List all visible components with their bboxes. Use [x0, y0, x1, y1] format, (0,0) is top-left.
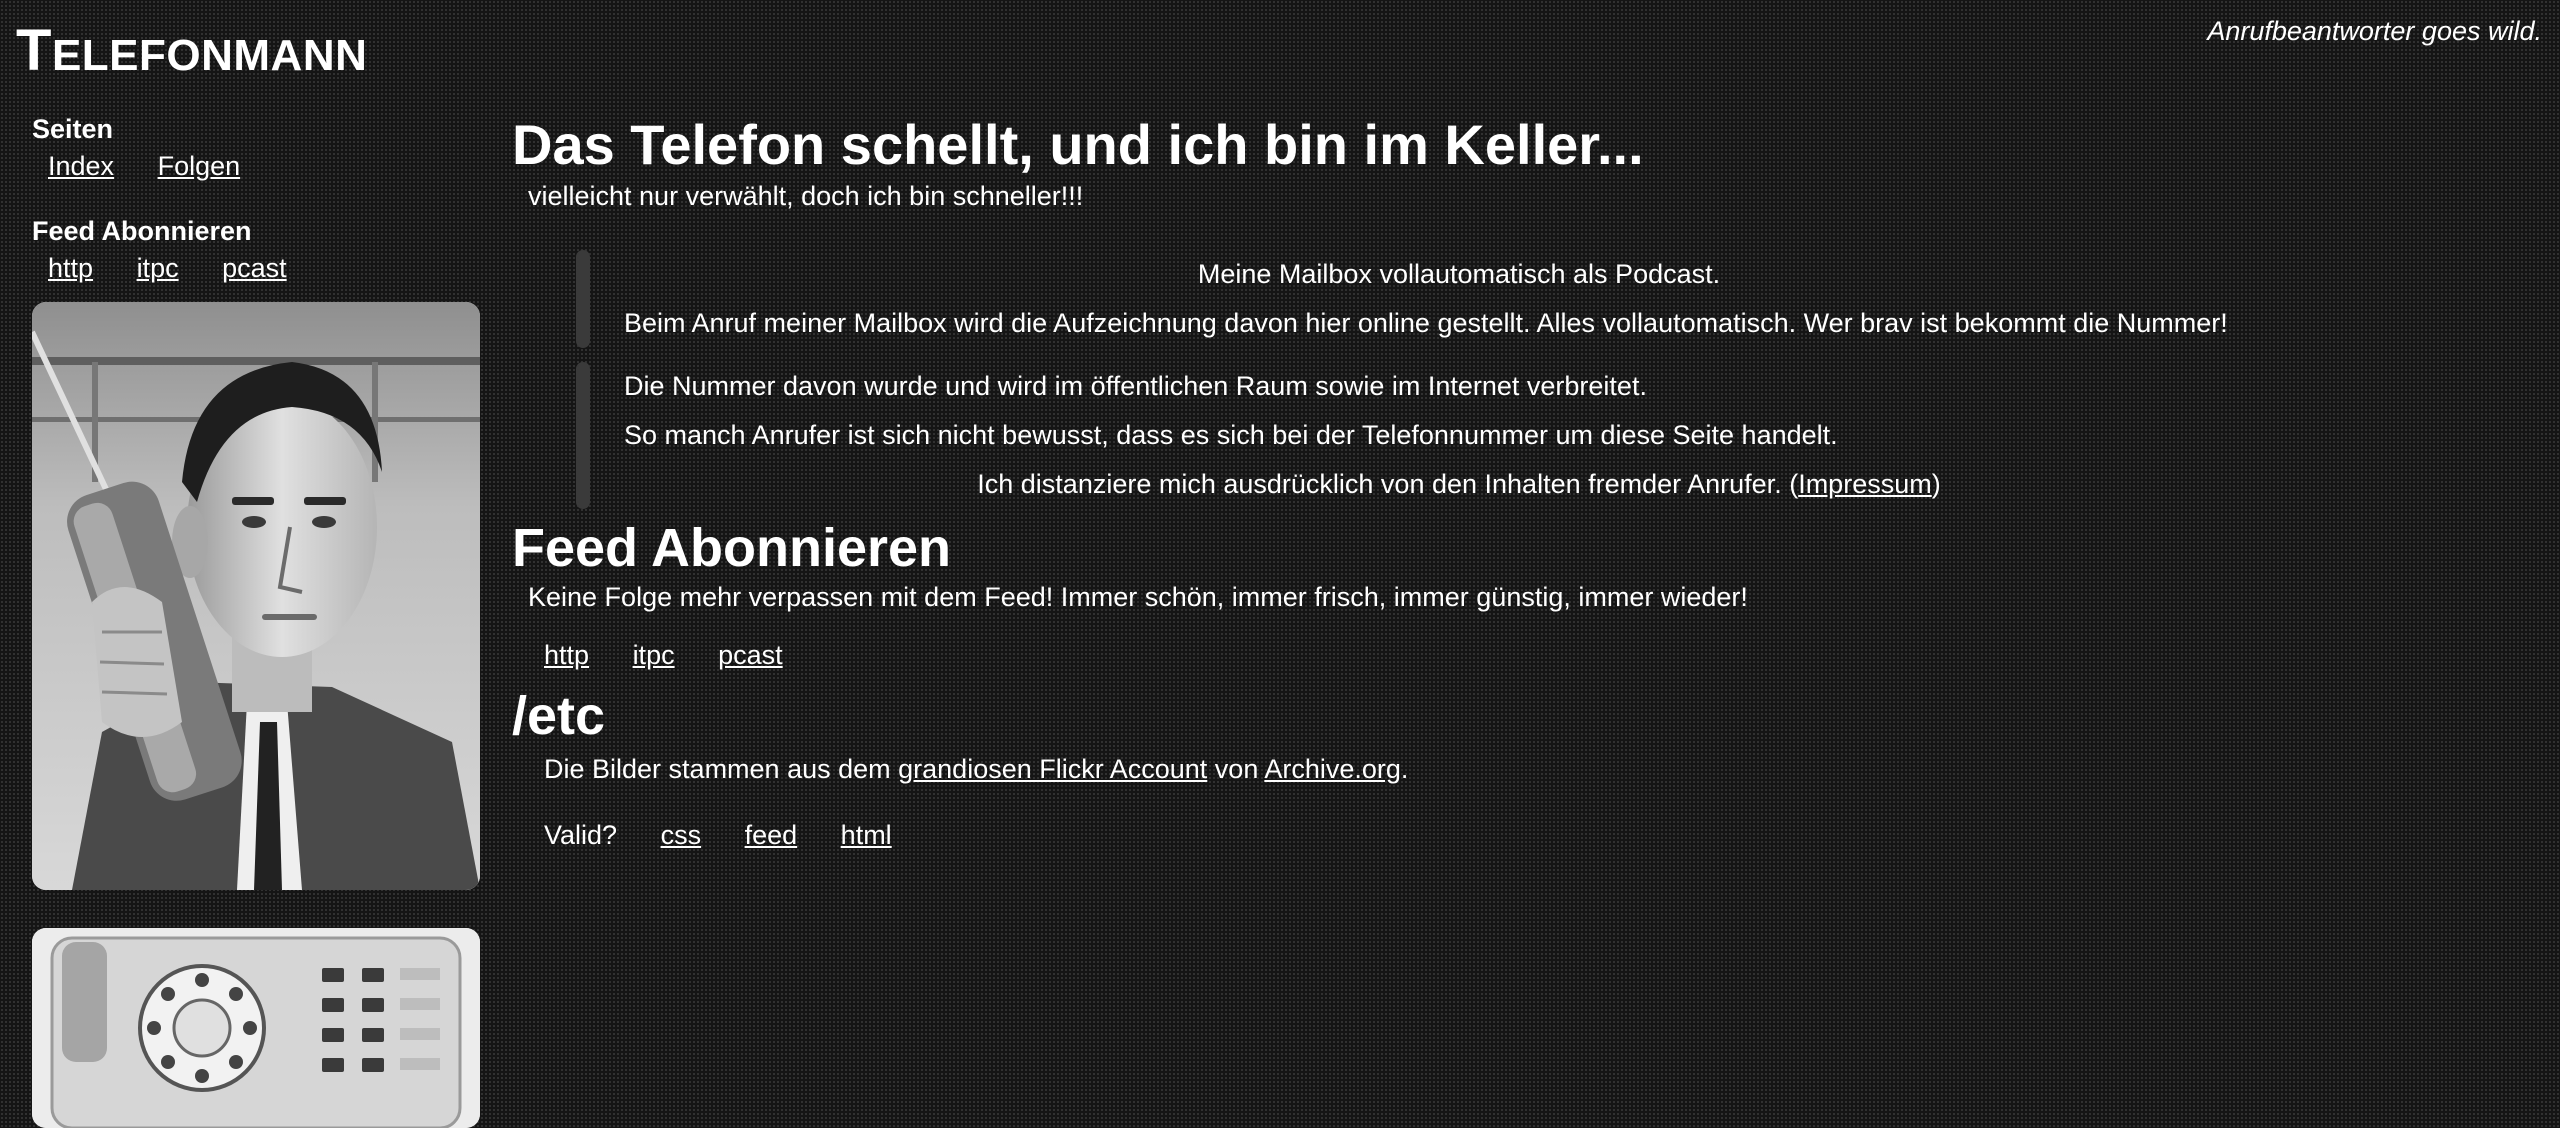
- main-content: Das Telefon schellt, und ich bin im Kell…: [512, 112, 2532, 853]
- credits-text-after: .: [1400, 754, 1409, 784]
- sidebar-feed-link-http[interactable]: http: [48, 253, 93, 283]
- valid-css-link[interactable]: css: [661, 820, 702, 850]
- sidebar-pages-links: Index Folgen: [48, 148, 482, 184]
- feed-link-pcast[interactable]: pcast: [718, 640, 783, 670]
- mailbox-quote: Meine Mailbox vollautomatisch als Podcas…: [576, 250, 2532, 348]
- image-credits: Die Bilder stammen aus dem grandiosen Fl…: [544, 751, 2532, 787]
- valid-feed-link[interactable]: feed: [745, 820, 798, 850]
- disclaimer-line2: So manch Anrufer ist sich nicht bewusst,…: [624, 420, 1838, 450]
- disclaimer-line1: Die Nummer davon wurde und wird im öffen…: [624, 371, 1647, 401]
- validation-links: Valid? css feed html: [544, 817, 2532, 853]
- site-title[interactable]: TELEFONMANN: [16, 22, 367, 80]
- feed-link-itpc[interactable]: itpc: [633, 640, 675, 670]
- page-subtitle: vielleicht nur verwählt, doch ich bin sc…: [528, 181, 1084, 211]
- sidebar: Seiten Index Folgen Feed Abonnieren http…: [32, 112, 482, 1128]
- disclaimer-line3-end: ): [1931, 469, 1941, 499]
- disclaimer-line3-text: Ich distanziere mich ausdrücklich von de…: [977, 469, 1799, 499]
- mailbox-quote-line2: Beim Anruf meiner Mailbox wird die Aufze…: [624, 308, 2228, 338]
- valid-html-link[interactable]: html: [841, 820, 892, 850]
- credits-text-before: Die Bilder stammen aus dem: [544, 754, 899, 784]
- mailbox-quote-line1: Meine Mailbox vollautomatisch als Podcas…: [1197, 259, 1721, 289]
- sidebar-feed-heading: Feed Abonnieren: [32, 216, 252, 246]
- feed-description: Keine Folge mehr verpassen mit dem Feed!…: [528, 582, 1748, 612]
- credits-text-mid: von: [1207, 754, 1265, 784]
- sidebar-pages-heading: Seiten: [32, 114, 114, 144]
- archive-org-link[interactable]: Archive.org: [1264, 754, 1401, 784]
- disclaimer-line3: Ich distanziere mich ausdrücklich von de…: [624, 460, 2294, 509]
- feed-heading: Feed Abonnieren: [512, 518, 952, 578]
- sidebar-link-folgen[interactable]: Folgen: [158, 151, 241, 181]
- etc-heading: /etc: [512, 686, 606, 746]
- sidebar-feed-link-pcast[interactable]: pcast: [222, 253, 287, 283]
- tagline: Anrufbeantworter goes wild.: [2207, 16, 2542, 46]
- telephone-photo: [32, 928, 480, 1128]
- site-title-initial: T: [16, 18, 52, 83]
- sidebar-feed-link-itpc[interactable]: itpc: [137, 253, 179, 283]
- man-on-phone-photo: [32, 302, 480, 890]
- feed-links: http itpc pcast: [544, 637, 2532, 673]
- sidebar-link-index[interactable]: Index: [48, 151, 114, 181]
- site-title-rest: ELEFONMANN: [51, 31, 368, 80]
- disclaimer-quote: Die Nummer davon wurde und wird im öffen…: [576, 362, 2532, 509]
- sidebar-feed-links: http itpc pcast: [48, 250, 482, 286]
- telephone-illustration: [32, 928, 480, 1128]
- flickr-account-link[interactable]: grandiosen Flickr Account: [898, 754, 1207, 784]
- valid-label: Valid?: [544, 820, 618, 850]
- feed-link-http[interactable]: http: [544, 640, 589, 670]
- page-title: Das Telefon schellt, und ich bin im Kell…: [512, 113, 1644, 176]
- impressum-link[interactable]: Impressum: [1798, 469, 1932, 499]
- man-on-phone-illustration: [32, 302, 480, 890]
